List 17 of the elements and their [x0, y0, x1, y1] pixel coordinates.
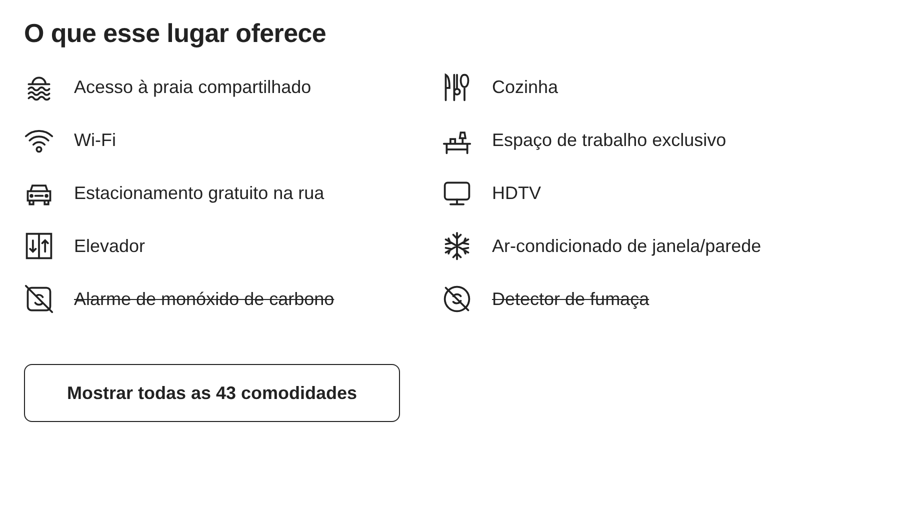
elevator-icon — [24, 231, 54, 261]
amenity-label: Alarme de monóxido de carbono — [74, 288, 334, 310]
crossed-detector-icon — [442, 284, 472, 314]
crossed-alarm-icon — [24, 284, 54, 314]
show-all-amenities-button[interactable]: Mostrar todas as 43 comodidades — [24, 364, 400, 422]
utensils-icon — [442, 72, 472, 102]
amenity-label: Wi-Fi — [74, 128, 116, 152]
amenity-label: Ar-condicionado de janela/parede — [492, 234, 762, 258]
amenity-label: Espaço de trabalho exclusivo — [492, 128, 726, 152]
amenity-label: Estacionamento gratuito na rua — [74, 182, 324, 205]
amenity-label: Acesso à praia compartilhado — [74, 76, 312, 99]
snowflake-icon — [442, 231, 472, 261]
amenity-label: Cozinha — [492, 76, 558, 98]
amenity-label: Elevador — [74, 234, 146, 258]
amenity-label: HDTV — [492, 182, 541, 204]
section-title: O que esse lugar oferece — [24, 17, 328, 50]
amenity-label: Detector de fumaça — [492, 288, 650, 311]
